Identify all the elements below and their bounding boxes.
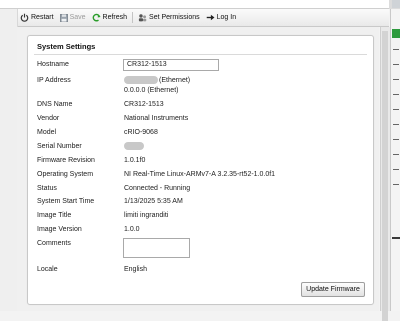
status-badge: [392, 29, 400, 38]
side-tick: [393, 169, 399, 170]
refresh-label: Refresh: [102, 14, 128, 21]
redacted-ip: [124, 76, 158, 84]
side-tick: [393, 184, 399, 185]
update-firmware-button[interactable]: Update Firmware: [301, 282, 365, 297]
redacted-serial: [124, 142, 144, 150]
system-start-time-label: System Start Time: [37, 198, 95, 205]
restart-button[interactable]: Restart: [17, 9, 57, 26]
ip-line1-suffix: (Ethernet): [159, 76, 191, 84]
side-tick: [393, 109, 399, 110]
serial-number-label: Serial Number: [37, 143, 82, 150]
locale-label: Locale: [37, 266, 58, 273]
login-button[interactable]: Log In: [203, 9, 239, 26]
vendor-value: National Instruments: [124, 115, 189, 122]
hostname-input[interactable]: CR312-1513: [123, 59, 219, 71]
panel-divider: [34, 54, 367, 55]
image-version-value: 1.0.0: [124, 226, 140, 233]
side-tick: [393, 79, 399, 80]
firmware-revision-label: Firmware Revision: [37, 157, 95, 164]
image-title-value: limiti ingranditi: [124, 212, 169, 219]
system-start-time-value: 1/13/2025 5:35 AM: [124, 198, 183, 205]
side-tick: [393, 154, 399, 155]
address-area: [0, 0, 389, 9]
login-label: Log In: [216, 14, 237, 21]
comments-input[interactable]: [123, 238, 190, 258]
side-tick: [393, 139, 399, 140]
side-marker: [392, 237, 400, 239]
set-permissions-button[interactable]: Set Permissions: [135, 9, 203, 26]
set-permissions-label: Set Permissions: [149, 14, 200, 21]
dns-name-value: CR312-1513: [124, 101, 164, 108]
image-title-label: Image Title: [37, 212, 72, 219]
side-tick: [393, 94, 399, 95]
toolbar: Restart Save Refresh Set Permissions Log: [17, 9, 389, 27]
right-side-pane: [390, 9, 400, 311]
restart-label: Restart: [31, 14, 54, 21]
left-navigation-strip: [0, 9, 18, 311]
vertical-scrollbar[interactable]: [380, 27, 390, 321]
model-value: cRIO-9068: [124, 129, 158, 136]
firmware-revision-value: 1.0.1f0: [124, 157, 146, 164]
status-label: Status: [37, 185, 57, 192]
refresh-icon: [92, 13, 101, 22]
ip-address-line1: (Ethernet): [124, 76, 190, 84]
serial-number-value: [124, 142, 145, 150]
side-tick: [393, 64, 399, 65]
status-value: Connected - Running: [124, 185, 191, 192]
toolbar-separator: [132, 12, 134, 23]
model-label: Model: [37, 129, 57, 136]
arrow-right-icon: [206, 14, 215, 21]
ip-address-label: IP Address: [37, 77, 71, 84]
dns-name-label: DNS Name: [37, 101, 73, 108]
locale-value: English: [124, 266, 147, 273]
panel-title: System Settings: [37, 42, 96, 51]
system-settings-panel: System Settings Hostname CR312-1513 IP A…: [27, 35, 374, 305]
side-tick: [393, 124, 399, 125]
scrollbar-thumb[interactable]: [382, 31, 388, 321]
side-tick: [393, 49, 399, 50]
refresh-button[interactable]: Refresh: [89, 9, 131, 26]
permissions-icon: [138, 14, 147, 22]
hostname-label: Hostname: [37, 61, 69, 68]
comments-label: Comments: [37, 240, 71, 247]
vendor-label: Vendor: [37, 115, 60, 122]
power-icon: [20, 13, 29, 22]
image-version-label: Image Version: [37, 226, 82, 233]
operating-system-value: NI Real-Time Linux-ARMv7-A 3.2.35-rt52-1…: [124, 171, 276, 178]
save-label: Save: [69, 14, 86, 21]
operating-system-label: Operating System: [37, 171, 94, 178]
ip-address-line2: 0.0.0.0 (Ethernet): [124, 87, 179, 94]
floppy-disk-icon: [59, 13, 68, 22]
window-top-strip: [0, 0, 400, 9]
save-button[interactable]: Save: [57, 9, 89, 26]
window-corner: [392, 0, 400, 8]
